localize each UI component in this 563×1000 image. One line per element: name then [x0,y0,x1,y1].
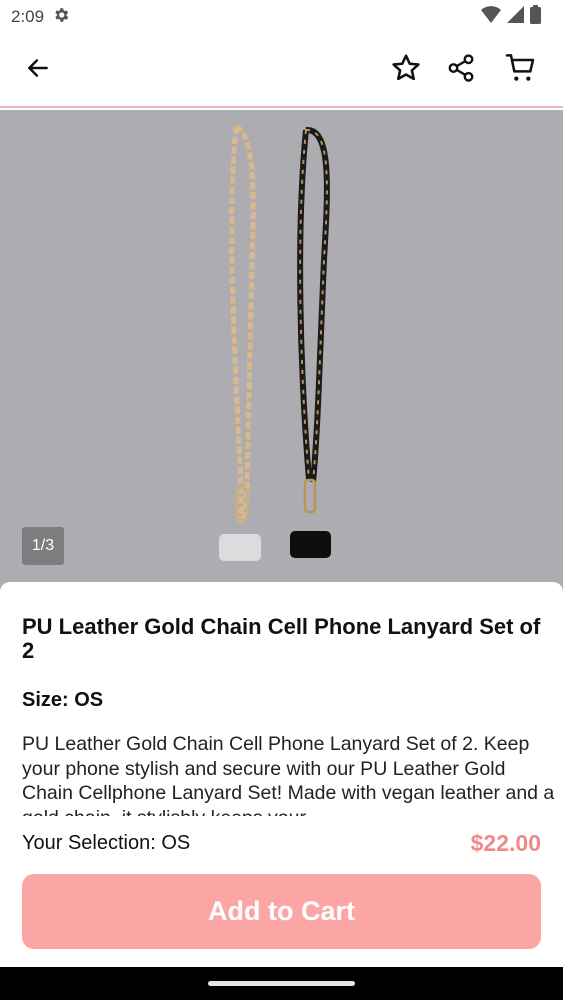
product-description: PU Leather Gold Chain Cell Phone Lanyard… [22,733,555,816]
signal-icon [507,6,524,28]
add-to-cart-button[interactable]: Add to Cart [22,874,541,949]
purchase-panel: Your Selection: OS $22.00 Add to Cart [0,816,563,967]
product-photo [219,124,331,561]
share-icon [446,53,476,88]
selection-label: Your Selection: OS [22,832,191,854]
image-counter: 1/3 [22,527,64,565]
home-gesture-handle[interactable] [208,981,355,986]
back-button[interactable] [20,52,56,88]
share-button[interactable] [443,52,479,88]
status-time: 2:09 [11,7,45,26]
system-navigation-bar [0,967,563,1000]
price-label: $22.00 [470,830,541,856]
status-bar: 2:09 [0,0,563,34]
star-icon [390,52,422,89]
product-title: PU Leather Gold Chain Cell Phone Lanyard… [22,614,541,663]
product-image-gallery[interactable]: 1/3 [0,110,563,610]
arrow-left-icon [25,55,51,86]
wifi-icon [481,5,501,29]
gear-icon [52,6,70,29]
cart-button[interactable] [503,52,539,88]
cart-icon [505,52,537,89]
app-bar [0,34,563,108]
battery-icon [530,5,541,29]
product-size: Size: OS [22,689,104,711]
favorite-button[interactable] [388,52,424,88]
